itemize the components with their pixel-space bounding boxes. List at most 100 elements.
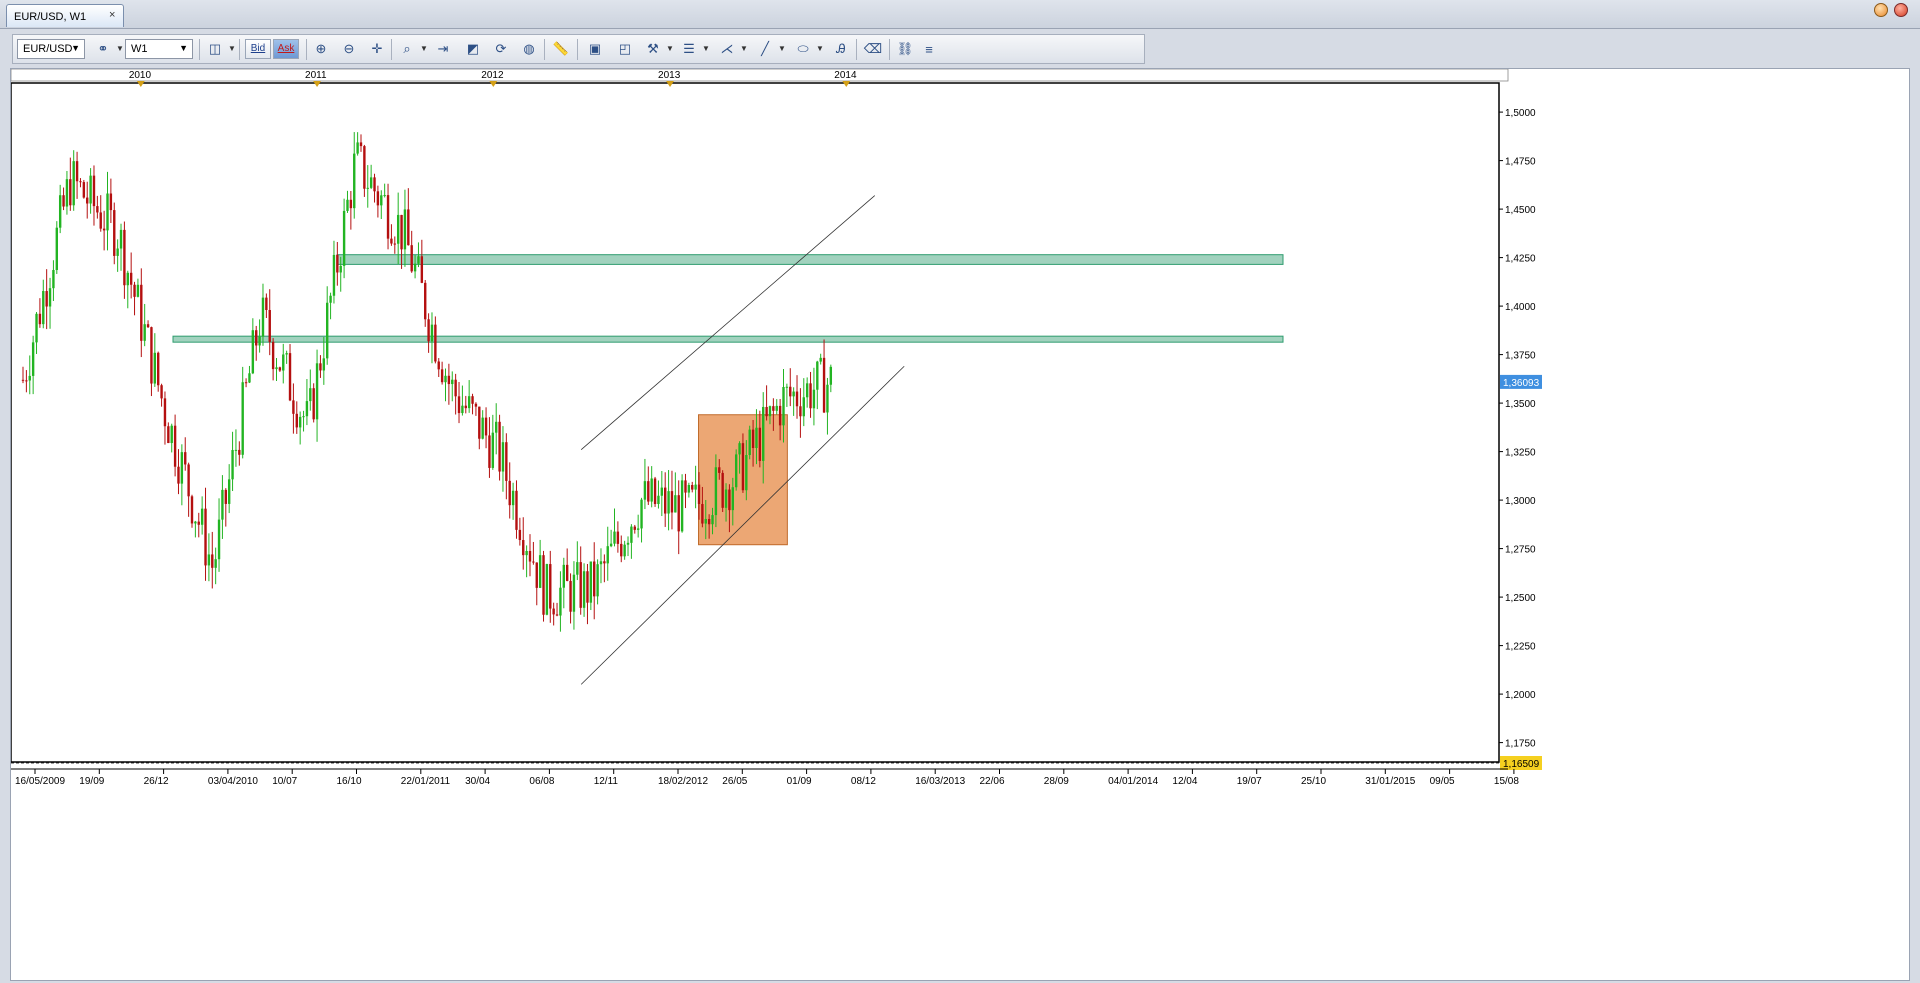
date-tick-label: 16/03/2013 xyxy=(915,776,965,787)
chevron-down-icon[interactable]: ▼ xyxy=(420,44,428,53)
candle-body xyxy=(177,466,180,484)
candle-body xyxy=(102,228,106,231)
candlestick-chart[interactable]: 1,1750 1,2000 1,2250 1,2500 1,2750 1,3000 1,32… xyxy=(10,68,1909,980)
bid-button[interactable]: Bid xyxy=(245,39,271,59)
candle-body xyxy=(718,467,721,473)
crosshair-icon[interactable]: ✛ xyxy=(367,40,387,58)
candle-body xyxy=(538,555,542,588)
candle-body xyxy=(305,401,309,417)
link-indicator-icon[interactable]: ⚭ xyxy=(93,40,113,58)
chevron-down-icon[interactable]: ▼ xyxy=(740,44,748,53)
compare-icon[interactable]: ◰ xyxy=(615,40,635,58)
candle-body xyxy=(75,161,79,182)
ellipse-icon[interactable]: ⬭ xyxy=(793,40,813,58)
text-label-icon[interactable]: Ꭿ xyxy=(831,40,851,58)
ruler-icon[interactable]: 📏 xyxy=(551,40,571,58)
candle-body xyxy=(106,193,109,231)
candle-body xyxy=(99,212,102,229)
chevron-down-icon[interactable]: ▼ xyxy=(116,44,124,53)
tools-icon[interactable]: ⚒ xyxy=(643,40,663,58)
close-icon[interactable]: × xyxy=(109,9,115,21)
candle-body xyxy=(89,175,92,204)
eraser-icon[interactable]: ⌫ xyxy=(863,40,883,58)
candle-body xyxy=(809,383,812,409)
trendline-icon[interactable]: ╱ xyxy=(755,40,775,58)
timeframe-select-value: W1 xyxy=(131,43,148,55)
candle-body xyxy=(86,197,89,204)
candle-body xyxy=(244,382,248,384)
year-label: 2010 xyxy=(129,70,152,81)
candle-body xyxy=(393,243,396,245)
candle-body xyxy=(329,295,332,303)
objects-list-icon[interactable]: ☰ xyxy=(679,40,699,58)
candle-body xyxy=(457,396,461,414)
candle-body xyxy=(248,373,251,383)
candle-body xyxy=(437,361,440,370)
chevron-down-icon[interactable]: ▼ xyxy=(666,44,674,53)
chart-type-icon[interactable]: ◫ xyxy=(205,40,225,58)
chevron-down-icon[interactable]: ▼ xyxy=(778,44,786,53)
ask-button[interactable]: Ask xyxy=(273,39,299,59)
candle-body xyxy=(69,179,72,206)
close-window-icon[interactable] xyxy=(1894,3,1908,17)
price-tick-label: 1,3750 xyxy=(1505,351,1536,362)
tab-bar: EUR/USD, W1 × xyxy=(0,0,1920,29)
candle-body xyxy=(653,478,657,505)
candle-body xyxy=(275,367,278,370)
candle-body xyxy=(643,481,647,500)
candle-body xyxy=(238,449,241,455)
candle-body xyxy=(211,554,214,568)
date-tick-label: 18/02/2012 xyxy=(658,776,708,787)
chart-tab[interactable]: EUR/USD, W1 × xyxy=(6,4,124,27)
candle-body xyxy=(376,191,380,206)
year-label: 2013 xyxy=(658,70,681,81)
candle-body xyxy=(180,452,184,484)
price-tick-label: 1,4500 xyxy=(1505,205,1536,216)
zoom-box-icon[interactable]: ⌕ xyxy=(397,40,417,58)
candle-body xyxy=(505,442,508,481)
timeframe-select[interactable]: W1 ▼ xyxy=(125,39,193,59)
theme-icon[interactable]: ◩ xyxy=(463,40,483,58)
chart-panel[interactable]: 1,1750 1,2000 1,2250 1,2500 1,2750 1,3000 1,32… xyxy=(10,68,1910,981)
globe-icon[interactable]: ◍ xyxy=(519,40,539,58)
candle-body xyxy=(812,389,816,409)
candle-body xyxy=(549,564,552,609)
candle-body xyxy=(491,432,495,468)
candle-body xyxy=(298,416,302,428)
candle-body xyxy=(785,386,789,388)
menu-icon[interactable]: ≡ xyxy=(919,40,939,58)
candle-body xyxy=(403,209,407,250)
restore-window-icon[interactable] xyxy=(1874,3,1888,17)
year-label: 2012 xyxy=(481,70,504,81)
refresh-icon[interactable]: ⟳ xyxy=(491,40,511,58)
candle-body xyxy=(322,358,326,371)
candle-body xyxy=(410,245,413,272)
screenshot-icon[interactable]: ▣ xyxy=(585,40,605,58)
candle-body xyxy=(640,499,643,529)
candle-body xyxy=(680,480,684,532)
candle-body xyxy=(170,425,173,444)
candle-body xyxy=(204,508,207,566)
candle-body xyxy=(309,388,312,402)
candle-body xyxy=(258,336,261,346)
date-tick-label: 22/06 xyxy=(980,776,1005,787)
zoom-out-icon[interactable]: ⊖ xyxy=(339,40,359,58)
candle-body xyxy=(765,406,768,417)
candle-body xyxy=(501,442,505,472)
price-tick-label: 1,4250 xyxy=(1505,254,1536,265)
zoom-in-icon[interactable]: ⊕ xyxy=(311,40,331,58)
chevron-down-icon[interactable]: ▼ xyxy=(228,44,236,53)
candle-body xyxy=(143,324,146,341)
candle-body xyxy=(150,327,153,384)
chevron-down-icon[interactable]: ▼ xyxy=(702,44,710,53)
candle-body xyxy=(336,254,339,273)
candle-body xyxy=(157,352,160,386)
auto-scroll-icon[interactable]: ⇥ xyxy=(433,40,453,58)
candle-body xyxy=(528,550,532,562)
chevron-down-icon[interactable]: ▼ xyxy=(816,44,824,53)
candle-body xyxy=(562,564,565,588)
strategy-icon[interactable]: ⛓ xyxy=(895,40,915,58)
symbol-select[interactable]: EUR/USD ▼ xyxy=(17,39,85,59)
price-tick-label: 1,2750 xyxy=(1505,545,1536,556)
fibonacci-icon[interactable]: ⋌ xyxy=(717,40,737,58)
